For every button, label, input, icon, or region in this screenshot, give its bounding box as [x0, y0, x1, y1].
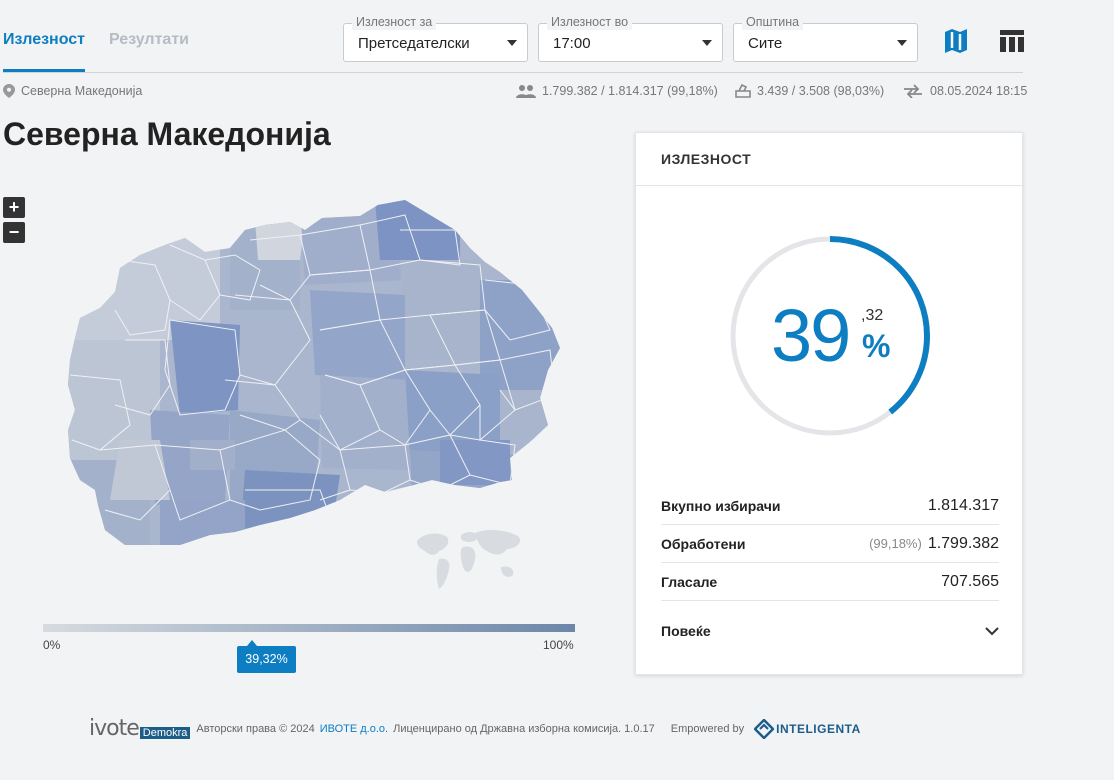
- turnout-scale: [43, 624, 575, 632]
- total-voters-row: Вкупно избирачи 1.814.317: [661, 487, 999, 525]
- company-link[interactable]: ИВОТЕ д.о.о.: [320, 723, 388, 735]
- inteligenta-logo-icon: [754, 718, 775, 739]
- turnout-fraction: ,32: [861, 307, 884, 324]
- municipality-legend: Општина: [742, 15, 804, 30]
- map-view-button[interactable]: [942, 27, 970, 55]
- location-info: Северна Македонија: [3, 84, 142, 98]
- voters-count: 1.799.382 / 1.814.317 (99,18%): [542, 84, 718, 98]
- turnout-for-value: Претседателски: [358, 35, 470, 52]
- processed-value: 1.799.382: [927, 534, 999, 552]
- stations-info: 3.439 / 3.508 (98,03%): [735, 84, 884, 98]
- tab-results[interactable]: Резултати: [109, 22, 189, 72]
- world-map-icon[interactable]: [415, 527, 525, 592]
- turnout-for-legend: Излезност за: [352, 15, 437, 30]
- municipality-value: Сите: [748, 35, 783, 52]
- tab-turnout[interactable]: Излезност: [3, 22, 86, 72]
- total-voters-label: Вкупно избирачи: [661, 497, 781, 514]
- more-label: Повеќе: [661, 623, 711, 639]
- map-icon: [945, 29, 967, 53]
- processed-row: Обработени (99,18%) 1.799.382: [661, 525, 999, 563]
- scale-min-label: 0%: [43, 638, 61, 652]
- table-view-button[interactable]: [998, 27, 1026, 55]
- voted-value: 707.565: [941, 572, 999, 590]
- location-label: Северна Македонија: [21, 84, 143, 98]
- inteligenta-logo[interactable]: INTELIGENTA: [776, 722, 861, 736]
- sync-arrows-icon: [904, 84, 922, 98]
- municipality-select[interactable]: Општина Сите: [733, 15, 918, 62]
- location-pin-icon: [3, 84, 15, 98]
- more-toggle[interactable]: Повеќе: [661, 623, 999, 639]
- zoom-out-button[interactable]: −: [3, 222, 25, 243]
- table-icon: [1000, 30, 1024, 52]
- processed-label: Обработени: [661, 535, 746, 552]
- zoom-in-button[interactable]: +: [3, 197, 25, 218]
- voted-label: Гласале: [661, 573, 718, 590]
- caret-down-icon: [702, 40, 712, 46]
- footer: ivote Demokra Авторски права © 2024 ИВОТ…: [89, 716, 861, 741]
- total-voters-value: 1.814.317: [927, 496, 999, 514]
- municipality-map[interactable]: [60, 200, 570, 555]
- updated-time: 08.05.2024 18:15: [930, 84, 1028, 98]
- license-text: Лиценцирано од Државна изборна комисија.…: [393, 722, 655, 735]
- caret-down-icon: [897, 40, 907, 46]
- card-title: ИЗЛЕЗНОСТ: [636, 133, 1022, 186]
- ballot-box-icon: [735, 84, 751, 98]
- scale-max-label: 100%: [543, 638, 574, 652]
- empowered-text: Empowered by: [670, 722, 745, 735]
- turnout-time-legend: Излезност во: [547, 15, 633, 30]
- turnout-time-select[interactable]: Излезност во 17:00: [538, 15, 723, 62]
- people-icon: [516, 85, 536, 98]
- turnout-for-select[interactable]: Излезност за Претседателски: [343, 15, 528, 62]
- chevron-down-icon: [985, 627, 999, 636]
- updated-info: 08.05.2024 18:15: [902, 84, 1027, 98]
- view-tabs: Излезност Резултати: [3, 22, 189, 72]
- voters-info: 1.799.382 / 1.814.317 (99,18%): [516, 84, 718, 98]
- ivote-logo-badge: Demokra: [139, 726, 191, 739]
- map-regions[interactable]: [60, 200, 570, 555]
- divider: [3, 72, 1023, 73]
- turnout-integer: 39: [771, 294, 851, 377]
- copyright-text: Авторски права © 2024: [196, 722, 315, 735]
- turnout-percent-sign: %: [862, 328, 891, 364]
- voted-row: Гласале 707.565: [661, 563, 999, 601]
- page-title: Северна Македонија: [3, 116, 331, 152]
- turnout-card: ИЗЛЕЗНОСТ 39 ,32 % Вкупно избирачи 1.814…: [635, 132, 1023, 675]
- processed-percent: (99,18%): [869, 536, 922, 551]
- scale-marker: 39,32%: [237, 640, 296, 673]
- stations-count: 3.439 / 3.508 (98,03%): [757, 84, 885, 98]
- turnout-time-value: 17:00: [553, 35, 591, 52]
- caret-down-icon: [507, 40, 517, 46]
- ivote-logo: ivote: [89, 716, 140, 741]
